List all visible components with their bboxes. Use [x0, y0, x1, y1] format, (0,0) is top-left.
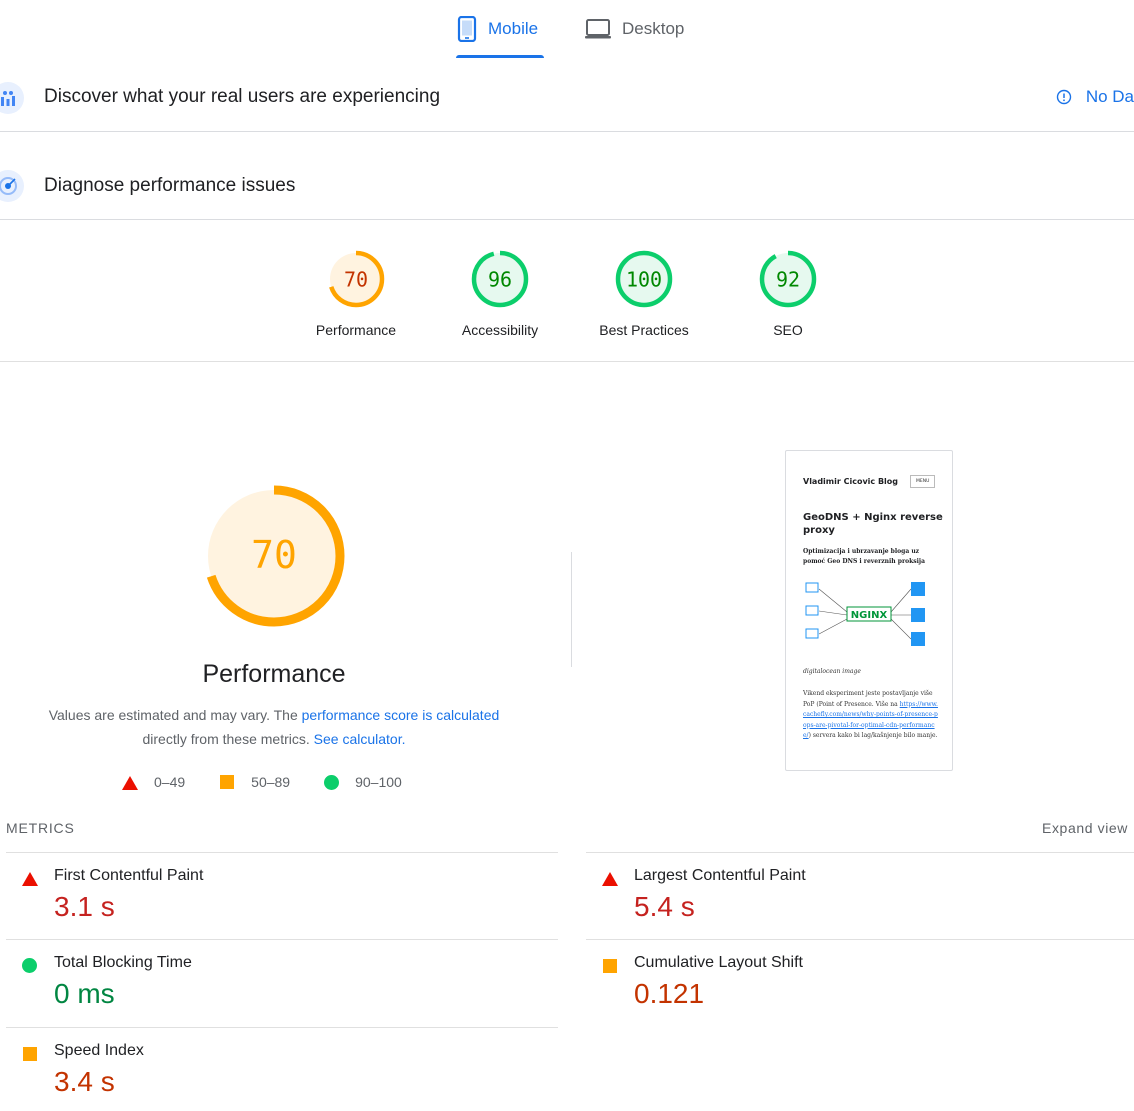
page-screenshot[interactable]: Vladimir Cicovic Blog MENU GeoDNS + Ngin…: [785, 450, 953, 771]
field-data-section[interactable]: Discover what your real users are experi…: [0, 72, 1134, 132]
metric-value: 5.4 s: [634, 891, 695, 922]
metric-fcp: First Contentful Paint 3.1 s: [6, 852, 558, 940]
gauge-best-practices[interactable]: 100 Best Practices: [584, 248, 704, 338]
pass-circle-icon: [22, 958, 38, 974]
smartphone-icon: [457, 16, 477, 42]
no-data-label: No Da: [1085, 87, 1134, 106]
gauge-accessibility[interactable]: 96 Accessibility: [440, 248, 560, 338]
tab-desktop-label: Desktop: [622, 19, 685, 38]
category-scores: 70 Performance 96 Accessibility 100 Best…: [0, 248, 1134, 362]
metric-value: 0 ms: [54, 978, 115, 1009]
menu-button: MENU: [910, 475, 936, 488]
legend-fail: 0–49: [122, 774, 185, 790]
gauge-score: 70: [344, 268, 368, 292]
laptop-icon: [585, 19, 611, 39]
device-tabs: Mobile Desktop: [0, 0, 1134, 58]
performance-title: Performance: [202, 660, 346, 688]
gauge-label: Performance: [315, 322, 397, 338]
metric-label: Total Blocking Time: [54, 954, 192, 971]
metric-label: Speed Index: [54, 1042, 144, 1059]
see-calculator-link[interactable]: See calculator.: [314, 731, 406, 747]
legend-average-label: 50–89: [251, 774, 291, 790]
legend-pass-label: 90–100: [355, 774, 402, 790]
diagnose-icon: [0, 170, 24, 202]
gauge-score: 96: [488, 268, 512, 292]
post-title: GeoDNS + Nginx reverse proxy: [803, 512, 943, 536]
desc-text: Values are estimated and may vary. The: [48, 707, 298, 723]
gauge-label: Accessibility: [461, 322, 539, 338]
metric-tbt: Total Blocking Time 0 ms: [6, 939, 558, 1027]
gauge-ring: 92: [759, 250, 817, 308]
gauge-ring: 100: [615, 250, 673, 308]
legend-fail-label: 0–49: [154, 774, 186, 790]
metrics-header: METRICS Expand view: [6, 820, 1128, 836]
svg-text:NGINX: NGINX: [851, 610, 888, 621]
image-caption: digitalocean image: [803, 668, 861, 675]
performance-description: Values are estimated and may vary. The p…: [0, 703, 548, 751]
body-text-2: ) servera kako bi lag/kašnjenje bilo man…: [808, 732, 938, 739]
metric-cls: Cumulative Layout Shift 0.121: [586, 939, 1134, 1027]
users-chart-icon: [0, 82, 24, 114]
fail-triangle-icon: [22, 871, 38, 887]
blog-name: Vladimir Cicovic Blog: [803, 477, 899, 486]
field-data-status[interactable]: No Da: [1056, 87, 1134, 107]
metric-label: Cumulative Layout Shift: [634, 954, 803, 971]
gauge-label: SEO: [773, 322, 803, 338]
desc-text-2: directly from these metrics.: [142, 731, 310, 747]
metric-lcp: Largest Contentful Paint 5.4 s: [586, 852, 1134, 940]
performance-score: 70: [251, 533, 297, 577]
average-square-icon: [602, 958, 618, 974]
average-square-icon: [22, 1046, 38, 1062]
score-legend: 0–49 50–89 90–100: [122, 774, 402, 790]
gauge-seo[interactable]: 92 SEO: [728, 248, 848, 338]
fail-triangle-icon: [122, 775, 138, 790]
pass-circle-icon: [324, 774, 340, 790]
average-square-icon: [220, 775, 235, 789]
gauge-ring: 96: [471, 250, 529, 308]
tab-mobile[interactable]: Mobile: [456, 0, 544, 58]
gauge-performance[interactable]: 70 Performance: [296, 248, 416, 338]
metric-value: 3.4 s: [54, 1066, 115, 1097]
fail-triangle-icon: [602, 871, 618, 887]
gauge-label: Best Practices: [599, 322, 689, 338]
lab-data-section: Diagnose performance issues: [0, 160, 1134, 220]
post-subtitle: Optimizacija i ubrzavanje bloga uz pomoć…: [803, 548, 925, 565]
field-data-title: Discover what your real users are experi…: [44, 86, 441, 107]
metrics-title: METRICS: [6, 820, 75, 836]
score-calculated-link[interactable]: performance score is calculated: [302, 707, 500, 723]
lab-data-title: Diagnose performance issues: [44, 175, 296, 196]
gauge-ring: 70: [327, 250, 385, 308]
tab-mobile-label: Mobile: [488, 19, 539, 38]
performance-gauge-large: 70: [200, 482, 348, 630]
metric-label: First Contentful Paint: [54, 867, 204, 884]
gauge-score: 100: [626, 268, 662, 292]
metric-value: 0.121: [634, 978, 705, 1009]
tab-desktop[interactable]: Desktop: [584, 0, 704, 58]
metric-label: Largest Contentful Paint: [634, 867, 806, 884]
active-tab-indicator: [456, 55, 544, 58]
nginx-diagram-image: NGINX: [805, 582, 925, 646]
legend-pass: 90–100: [324, 774, 402, 790]
metric-si: Speed Index 3.4 s: [6, 1027, 558, 1111]
metric-value: 3.1 s: [54, 891, 115, 922]
performance-ring: 70: [203, 485, 345, 627]
legend-average: 50–89: [219, 774, 290, 790]
post-body: Vikend eksperiment jeste postavljanje vi…: [803, 689, 941, 742]
vertical-divider: [571, 552, 572, 667]
expand-view-button[interactable]: Expand view: [1042, 820, 1128, 836]
gauge-score: 92: [776, 268, 800, 292]
info-icon: [1056, 89, 1072, 105]
